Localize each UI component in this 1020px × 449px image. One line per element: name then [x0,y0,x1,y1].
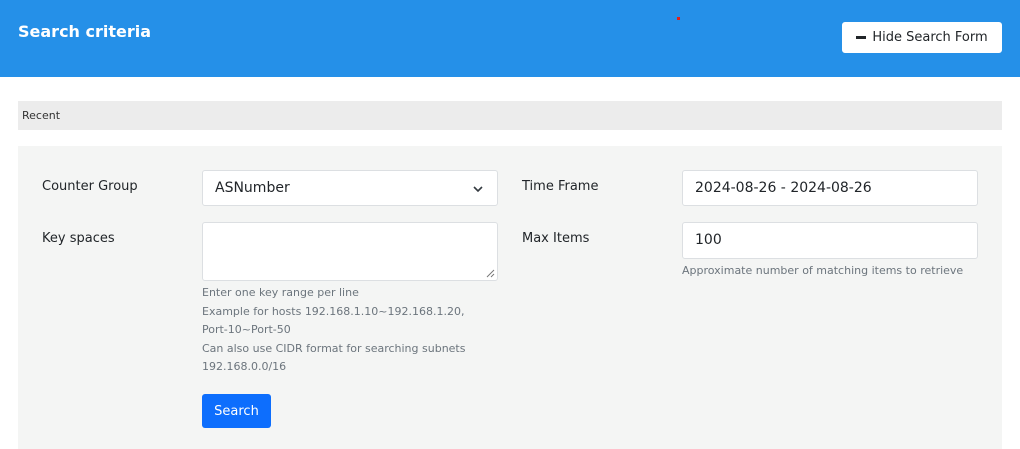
counter-group-selected-value: ASNumber [215,180,290,196]
hide-search-form-button[interactable]: Hide Search Form [842,22,1002,53]
header-bar: Search criteria Hide Search Form [0,0,1020,77]
minus-icon [856,36,867,39]
key-spaces-textarea[interactable] [202,222,498,281]
hide-search-form-label: Hide Search Form [872,30,988,45]
recent-bar[interactable]: Recent [18,101,1002,130]
search-button[interactable]: Search [202,394,271,428]
time-frame-label: Time Frame [522,179,599,194]
key-spaces-help: Enter one key range per line Example for… [202,284,465,377]
key-spaces-help-line: Example for hosts 192.168.1.10~192.168.1… [202,304,465,318]
time-frame-value: 2024-08-26 - 2024-08-26 [695,180,872,196]
key-spaces-help-line: 192.168.0.0/16 [202,360,287,373]
recent-label: Recent [22,109,61,122]
chevron-down-icon [473,186,483,193]
key-spaces-label: Key spaces [42,231,115,246]
indicator-dot [677,17,680,20]
counter-group-select[interactable]: ASNumber [202,170,498,206]
max-items-help: Approximate number of matching items to … [682,264,964,277]
time-frame-input[interactable]: 2024-08-26 - 2024-08-26 [682,170,978,206]
key-spaces-help-line: Port-10~Port-50 [202,323,291,336]
key-spaces-help-line: Can also use CIDR format for searching s… [202,341,466,355]
resize-grip-icon[interactable] [486,269,495,278]
max-items-value: 100 [695,232,722,248]
max-items-label: Max Items [522,231,590,246]
page-title: Search criteria [18,22,152,41]
key-spaces-help-line: Enter one key range per line [202,286,359,299]
max-items-input[interactable]: 100 [682,222,978,259]
counter-group-label: Counter Group [42,179,138,194]
